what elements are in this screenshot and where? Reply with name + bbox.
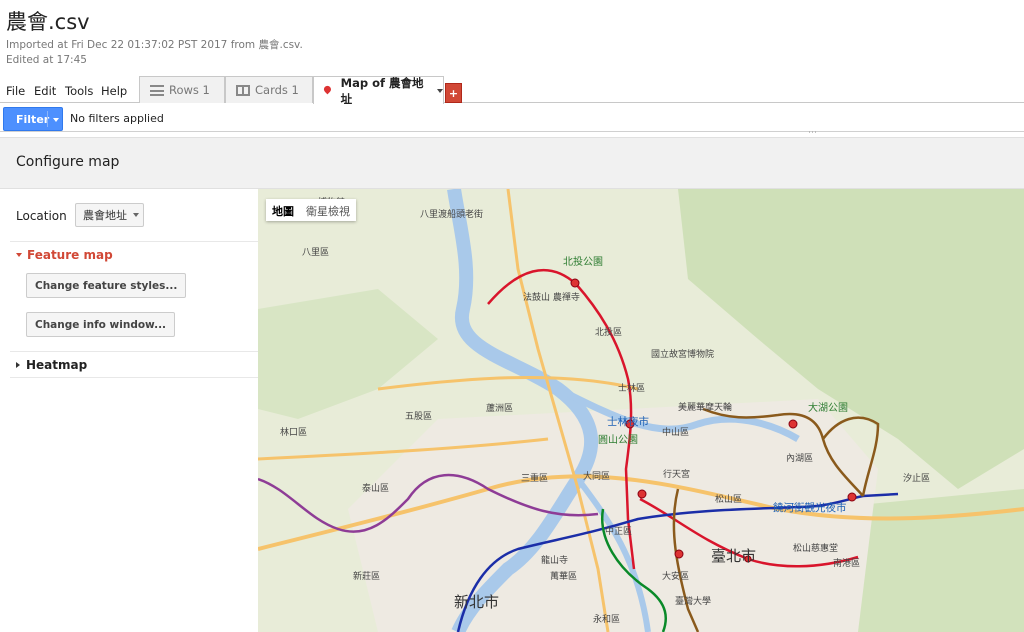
map-marker[interactable] bbox=[674, 549, 684, 559]
map-label: 林口區 bbox=[280, 426, 307, 438]
map-label: 大安區 bbox=[662, 570, 689, 582]
import-info: Imported at Fri Dec 22 01:37:02 PST 2017… bbox=[6, 39, 303, 51]
map-label: 北投公園 bbox=[563, 255, 603, 268]
tab-rows-label: Rows 1 bbox=[169, 83, 210, 97]
menu-file[interactable]: File bbox=[6, 84, 25, 98]
triangle-right-icon bbox=[16, 362, 20, 368]
divider bbox=[10, 351, 258, 352]
map-marker[interactable] bbox=[570, 278, 580, 288]
map-marker[interactable] bbox=[788, 419, 798, 429]
map-type-toggle: 地圖 衛星檢視 bbox=[266, 199, 356, 221]
map-label: 松山區 bbox=[715, 493, 742, 505]
chevron-down-icon[interactable] bbox=[53, 118, 59, 122]
map-label: 汐止區 bbox=[903, 472, 930, 484]
map-type-roadmap[interactable]: 地圖 bbox=[266, 199, 300, 221]
map-label: 永和區 bbox=[593, 613, 620, 625]
filter-status: No filters applied bbox=[70, 112, 164, 125]
map-label: 大同區 bbox=[583, 470, 610, 482]
location-value: 農會地址 bbox=[83, 209, 127, 222]
change-feature-styles-button[interactable]: Change feature styles... bbox=[26, 273, 187, 298]
filter-button[interactable]: Filter bbox=[3, 107, 63, 131]
map-type-satellite[interactable]: 衛星檢視 bbox=[300, 199, 356, 221]
map-label: 北投區 bbox=[595, 326, 622, 338]
map-label: 國立故宮博物院 bbox=[651, 348, 714, 360]
rows-icon bbox=[150, 84, 164, 96]
tab-map[interactable]: Map of 農會地址 bbox=[313, 75, 444, 106]
location-select[interactable]: 農會地址 bbox=[75, 203, 144, 227]
map-label: 萬華區 bbox=[550, 570, 577, 582]
map-label: 內湖區 bbox=[786, 453, 813, 464]
map-label: 八里區 bbox=[302, 247, 329, 258]
menu-bar: File Edit Tools Help Rows 1 Cards 1 Map … bbox=[0, 75, 1024, 106]
map-config-sidebar: Location 農會地址 Feature map Change feature… bbox=[0, 189, 258, 632]
map-label: 法鼓山 農禪寺 bbox=[523, 291, 580, 303]
map-label: 龍山寺 bbox=[541, 554, 568, 566]
map-label: 士林區 bbox=[618, 382, 645, 394]
configure-map-header: Configure map bbox=[0, 137, 1024, 189]
menu-help[interactable]: Help bbox=[101, 84, 127, 98]
chevron-down-icon bbox=[133, 213, 139, 217]
edit-info: Edited at 17:45 bbox=[6, 54, 87, 66]
map-label: 新北市 bbox=[454, 593, 499, 611]
document-header: 農會.csv Imported at Fri Dec 22 01:37:02 P… bbox=[0, 0, 1024, 76]
menu-tools[interactable]: Tools bbox=[65, 84, 93, 98]
add-tab-button[interactable]: + bbox=[445, 83, 462, 103]
map-pin-icon bbox=[322, 84, 333, 95]
feature-map-section[interactable]: Feature map bbox=[16, 248, 113, 262]
map-label: 士林夜市 bbox=[607, 415, 649, 428]
map-label: 中山區 bbox=[662, 426, 689, 438]
map-view[interactable]: 博物館 八里渡船頭老街 八里區 北投公園 法鼓山 農禪寺 北投區 國立故宮博物院… bbox=[258, 189, 1024, 632]
tab-cards[interactable]: Cards 1 bbox=[225, 76, 313, 103]
divider bbox=[10, 241, 258, 242]
map-label: 三重區 bbox=[521, 472, 548, 484]
hill-terrain bbox=[258, 289, 438, 419]
map-label: 五股區 bbox=[405, 411, 432, 422]
map-label: 美麗華摩天輪 bbox=[678, 401, 732, 413]
map-label: 蘆洲區 bbox=[486, 402, 513, 414]
document-title: 農會.csv bbox=[6, 10, 90, 34]
heatmap-section[interactable]: Heatmap bbox=[16, 358, 87, 372]
menu-edit[interactable]: Edit bbox=[34, 84, 56, 98]
feature-map-label: Feature map bbox=[27, 248, 113, 262]
heatmap-label: Heatmap bbox=[26, 358, 88, 372]
divider bbox=[10, 377, 258, 378]
tab-map-label: Map of 農會地址 bbox=[340, 75, 424, 106]
map-label: 行天宮 bbox=[663, 468, 690, 480]
configure-map-title: Configure map bbox=[16, 154, 120, 170]
map-canvas[interactable]: 博物館 八里渡船頭老街 八里區 北投公園 法鼓山 農禪寺 北投區 國立故宮博物院… bbox=[258, 189, 1024, 632]
map-label: 臺灣大學 bbox=[675, 595, 711, 607]
map-label: 圓山公園 bbox=[598, 434, 638, 446]
highway bbox=[377, 375, 639, 391]
filter-button-label: Filter bbox=[16, 112, 50, 126]
map-label: 新莊區 bbox=[353, 570, 380, 582]
map-marker[interactable] bbox=[637, 489, 647, 499]
filter-bar: Filter No filters applied bbox=[0, 104, 1024, 132]
filter-divider bbox=[47, 111, 48, 127]
location-label: Location bbox=[16, 209, 67, 223]
map-label: 泰山區 bbox=[362, 482, 389, 494]
map-label: 南港區 bbox=[833, 557, 860, 569]
chevron-down-icon[interactable] bbox=[437, 88, 443, 93]
tab-rows[interactable]: Rows 1 bbox=[139, 76, 225, 103]
cards-icon bbox=[236, 84, 250, 96]
urban-area bbox=[348, 399, 878, 632]
tab-cards-label: Cards 1 bbox=[255, 83, 299, 97]
map-marker[interactable] bbox=[847, 492, 857, 502]
change-info-window-button[interactable]: Change info window... bbox=[26, 312, 176, 337]
map-label: 中正區 bbox=[605, 525, 632, 537]
map-label: 八里渡船頭老街 bbox=[420, 208, 483, 220]
map-label: 饒河街觀光夜市 bbox=[773, 501, 847, 514]
triangle-down-icon bbox=[16, 253, 22, 257]
map-label: 臺北市 bbox=[711, 547, 756, 565]
map-label: 松山慈惠堂 bbox=[793, 542, 838, 554]
map-label: 大湖公園 bbox=[808, 401, 848, 414]
